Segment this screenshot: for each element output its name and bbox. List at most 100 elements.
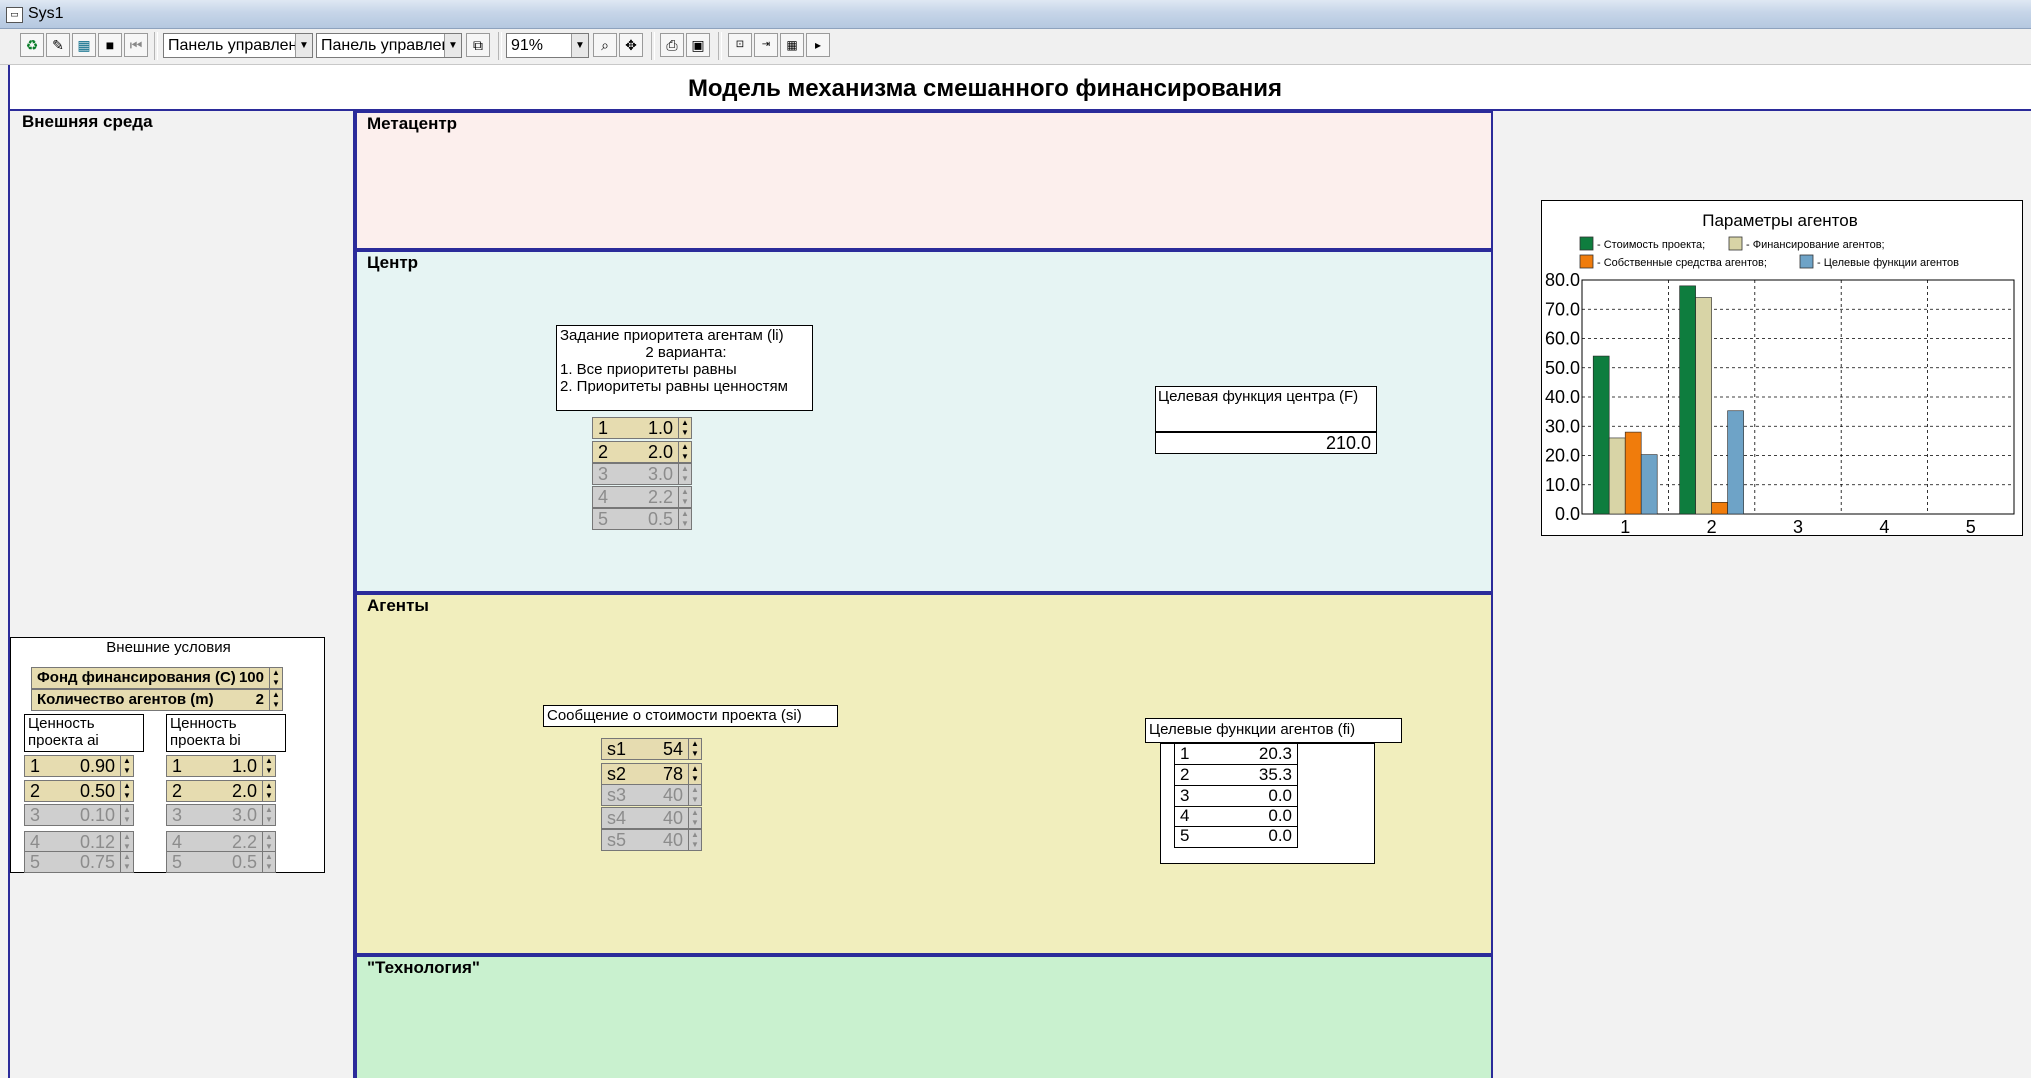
- fund-stepper[interactable]: Фонд финансирования (С) 100 ▲ ▼: [31, 667, 283, 689]
- a-value-stepper[interactable]: 1 0.90 ▲ ▼: [24, 755, 134, 777]
- panel-combo-2[interactable]: Панель управлен ▼: [316, 33, 462, 58]
- objective-index: 1: [1180, 744, 1190, 763]
- cost-stepper[interactable]: s2 78 ▲ ▼: [601, 763, 702, 785]
- spinner-arrows-icon[interactable]: ▲ ▼: [269, 690, 282, 710]
- chevron-down-icon[interactable]: ▼: [295, 34, 312, 57]
- cost-value: 54: [662, 739, 683, 759]
- x-tick-label: 2: [1707, 517, 1717, 535]
- agents-chart-panel: Параметры агентов - Стоимость проекта; - …: [1541, 200, 2023, 537]
- table-row: 4 0.0: [1175, 806, 1297, 827]
- a-value-stepper: 3 0.10 ▲ ▼: [24, 804, 134, 826]
- objective-index: 3: [1180, 786, 1190, 805]
- b-value-stepper: 4 2.2 ▲ ▼: [166, 831, 276, 853]
- cost-index: s5: [607, 830, 627, 850]
- priority-stepper[interactable]: 2 2.0 ▲ ▼: [592, 441, 692, 463]
- spinner-arrows-icon[interactable]: ▲ ▼: [688, 764, 701, 784]
- label-icon[interactable]: ⊡: [728, 33, 752, 57]
- agents-objective-table: 1 20.3 2 35.3 3 0.0 4 0.0 5 0.0: [1174, 744, 1298, 848]
- cost-index: s1: [607, 739, 627, 759]
- spinner-arrows-icon[interactable]: ▲ ▼: [269, 668, 282, 688]
- panel-combo-1-value: Панель управлен: [168, 37, 298, 54]
- technology-region: "Технология": [355, 955, 1493, 1078]
- spinner-arrows-icon[interactable]: ▲ ▼: [262, 756, 275, 776]
- spinner-arrows-icon[interactable]: ▲ ▼: [688, 739, 701, 759]
- abc-arrow-icon[interactable]: ⇥: [754, 33, 778, 57]
- priority-stepper[interactable]: 1 1.0 ▲ ▼: [592, 417, 692, 439]
- priority-value: 0.5: [647, 509, 673, 529]
- table-row: 3 0.0: [1175, 786, 1297, 807]
- agents-label: Агенты: [367, 596, 429, 615]
- layers-icon[interactable]: ⧉: [466, 33, 490, 57]
- b-value-stepper[interactable]: 2 2.0 ▲ ▼: [166, 780, 276, 802]
- external-region: Внешняя среда: [10, 111, 353, 1078]
- rewind-icon[interactable]: ⏮: [124, 33, 148, 57]
- technology-label: "Технология": [367, 958, 480, 977]
- table-icon[interactable]: ▸: [806, 33, 830, 57]
- spinner-arrows-icon: ▲ ▼: [262, 805, 275, 825]
- b-value: 1.0: [231, 756, 257, 776]
- spinner-arrows-icon: ▲ ▼: [262, 852, 275, 872]
- chevron-down-icon[interactable]: ▼: [571, 34, 588, 57]
- spinner-arrows-icon[interactable]: ▲ ▼: [120, 781, 133, 801]
- calculator-icon[interactable]: ▦: [72, 33, 96, 57]
- objective-index: 5: [1180, 826, 1190, 845]
- cost-index: s3: [607, 785, 627, 805]
- b-value: 3.0: [231, 805, 257, 825]
- agents-objective-panel: 1 20.3 2 35.3 3 0.0 4 0.0 5 0.0: [1160, 743, 1375, 864]
- x-tick-label: 1: [1620, 517, 1630, 535]
- priority-value: 2.2: [647, 487, 673, 507]
- page-title: Модель механизма смешанного финансирован…: [687, 75, 1283, 102]
- external-region-label: Внешняя среда: [22, 112, 153, 131]
- table-row: 5 0.0: [1175, 826, 1297, 847]
- cost-message-label-box: Сообщение о стоимости проекта (si): [543, 705, 838, 727]
- a-value-stepper: 5 0.75 ▲ ▼: [24, 851, 134, 873]
- toolbar: ♻ ✎ ▦ ■ ⏮ Панель управлен ▼ Панель управ…: [0, 29, 2031, 65]
- y-tick-label: 40.0: [1545, 387, 1580, 407]
- a-index: 2: [30, 781, 41, 801]
- b-index: 3: [172, 805, 183, 825]
- external-conditions-title: Внешние условия: [106, 639, 231, 656]
- col-b-header-line1: Ценность: [170, 715, 237, 732]
- a-value-stepper: 4 0.12 ▲ ▼: [24, 831, 134, 853]
- b-value-stepper[interactable]: 1 1.0 ▲ ▼: [166, 755, 276, 777]
- a-value-stepper[interactable]: 2 0.50 ▲ ▼: [24, 780, 134, 802]
- a-value: 0.12: [79, 832, 115, 852]
- objective-index: 2: [1180, 765, 1190, 784]
- y-tick-label: 30.0: [1545, 416, 1580, 436]
- edit-icon[interactable]: ✎: [46, 33, 70, 57]
- center-objective-value-box: 210.0: [1155, 431, 1377, 454]
- spinner-arrows-icon[interactable]: ▲ ▼: [120, 756, 133, 776]
- refresh-icon[interactable]: ♻: [20, 33, 44, 57]
- priority-line4: 2. Приоритеты равны ценностям: [560, 378, 788, 395]
- spinner-arrows-icon[interactable]: ▲ ▼: [262, 781, 275, 801]
- cost-stepper[interactable]: s1 54 ▲ ▼: [601, 738, 702, 760]
- agents-count-label: Количество агентов (m): [37, 691, 214, 708]
- fund-value: 100: [238, 669, 264, 686]
- objective-value: 0.0: [1268, 786, 1292, 805]
- cost-index: s2: [607, 764, 627, 784]
- b-index: 5: [172, 852, 183, 872]
- frame-icon[interactable]: ▣: [686, 33, 710, 57]
- chevron-down-icon[interactable]: ▼: [444, 34, 461, 57]
- cost-stepper: s4 40 ▲ ▼: [601, 807, 702, 829]
- zoom-combo[interactable]: 91% ▼: [506, 33, 589, 58]
- cost-message-label: Сообщение о стоимости проекта (si): [547, 707, 802, 724]
- x-tick-label: 5: [1966, 517, 1976, 535]
- stop-icon[interactable]: ■: [98, 33, 122, 57]
- agents-count-stepper[interactable]: Количество агентов (m) 2 ▲ ▼: [31, 689, 283, 711]
- print-icon[interactable]: ⎙: [660, 33, 684, 57]
- zoom-icon[interactable]: ⌕: [593, 33, 617, 57]
- bar: [1608, 437, 1626, 515]
- a-index: 5: [30, 852, 41, 872]
- cost-value: 78: [662, 764, 683, 784]
- spinner-arrows-icon[interactable]: ▲ ▼: [678, 418, 691, 438]
- spinner-arrows-icon[interactable]: ▲ ▼: [678, 442, 691, 462]
- spinner-arrows-icon: ▲ ▼: [120, 852, 133, 872]
- legend-swatch: [1579, 236, 1594, 251]
- bar: [1727, 410, 1744, 515]
- y-tick-label: 50.0: [1545, 358, 1580, 378]
- panel-combo-1[interactable]: Панель управлен ▼: [163, 33, 313, 58]
- objective-index: 4: [1180, 806, 1190, 825]
- grid-icon[interactable]: ▦: [780, 33, 804, 57]
- pan-icon[interactable]: ✥: [619, 33, 643, 57]
